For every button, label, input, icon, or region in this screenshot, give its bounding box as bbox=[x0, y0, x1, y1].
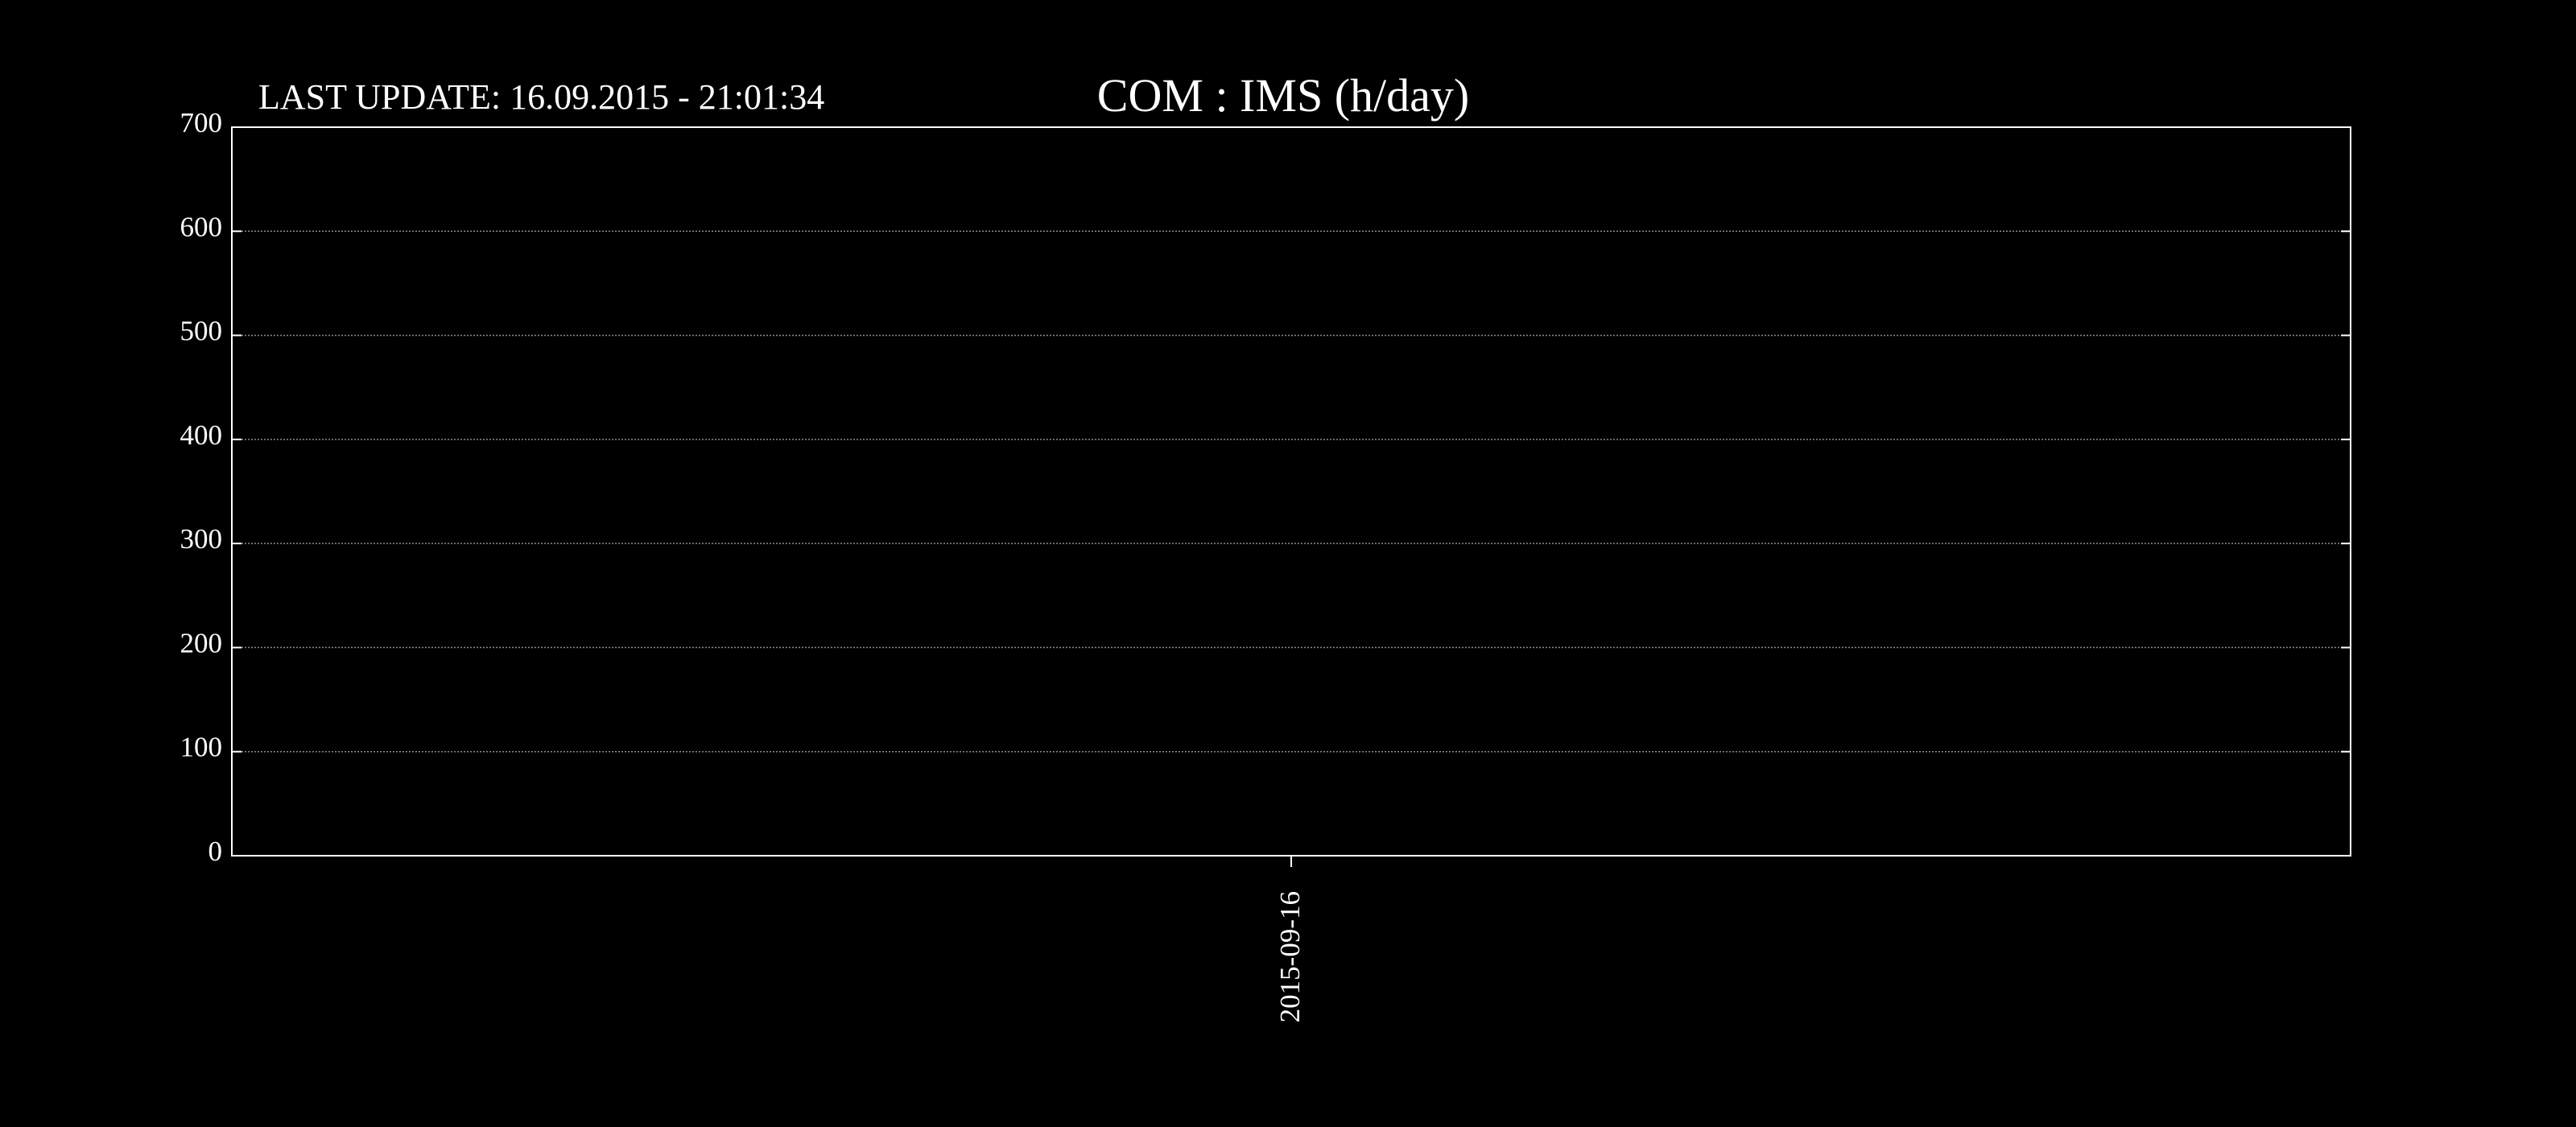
y-tick-label: 400 bbox=[180, 419, 223, 451]
x-tick-label: 2015-09-16 bbox=[1274, 891, 1306, 1022]
y-tick-label: 700 bbox=[180, 107, 223, 138]
y-tick-label: 300 bbox=[180, 523, 223, 555]
y-tick-label: 200 bbox=[180, 627, 223, 658]
chart: 0 100 200 300 400 500 600 700 2015-09-16 LAST U… bbox=[0, 0, 2576, 1127]
chart-title: COM : IMS (h/day) bbox=[1097, 69, 1469, 122]
y-tick-label: 500 bbox=[180, 316, 223, 347]
y-tick-label: 0 bbox=[208, 836, 223, 867]
y-tick-label: 600 bbox=[180, 211, 223, 242]
y-tick-label: 100 bbox=[180, 732, 223, 763]
last-update-text: LAST UPDATE: 16.09.2015 - 21:01:34 bbox=[258, 77, 824, 117]
